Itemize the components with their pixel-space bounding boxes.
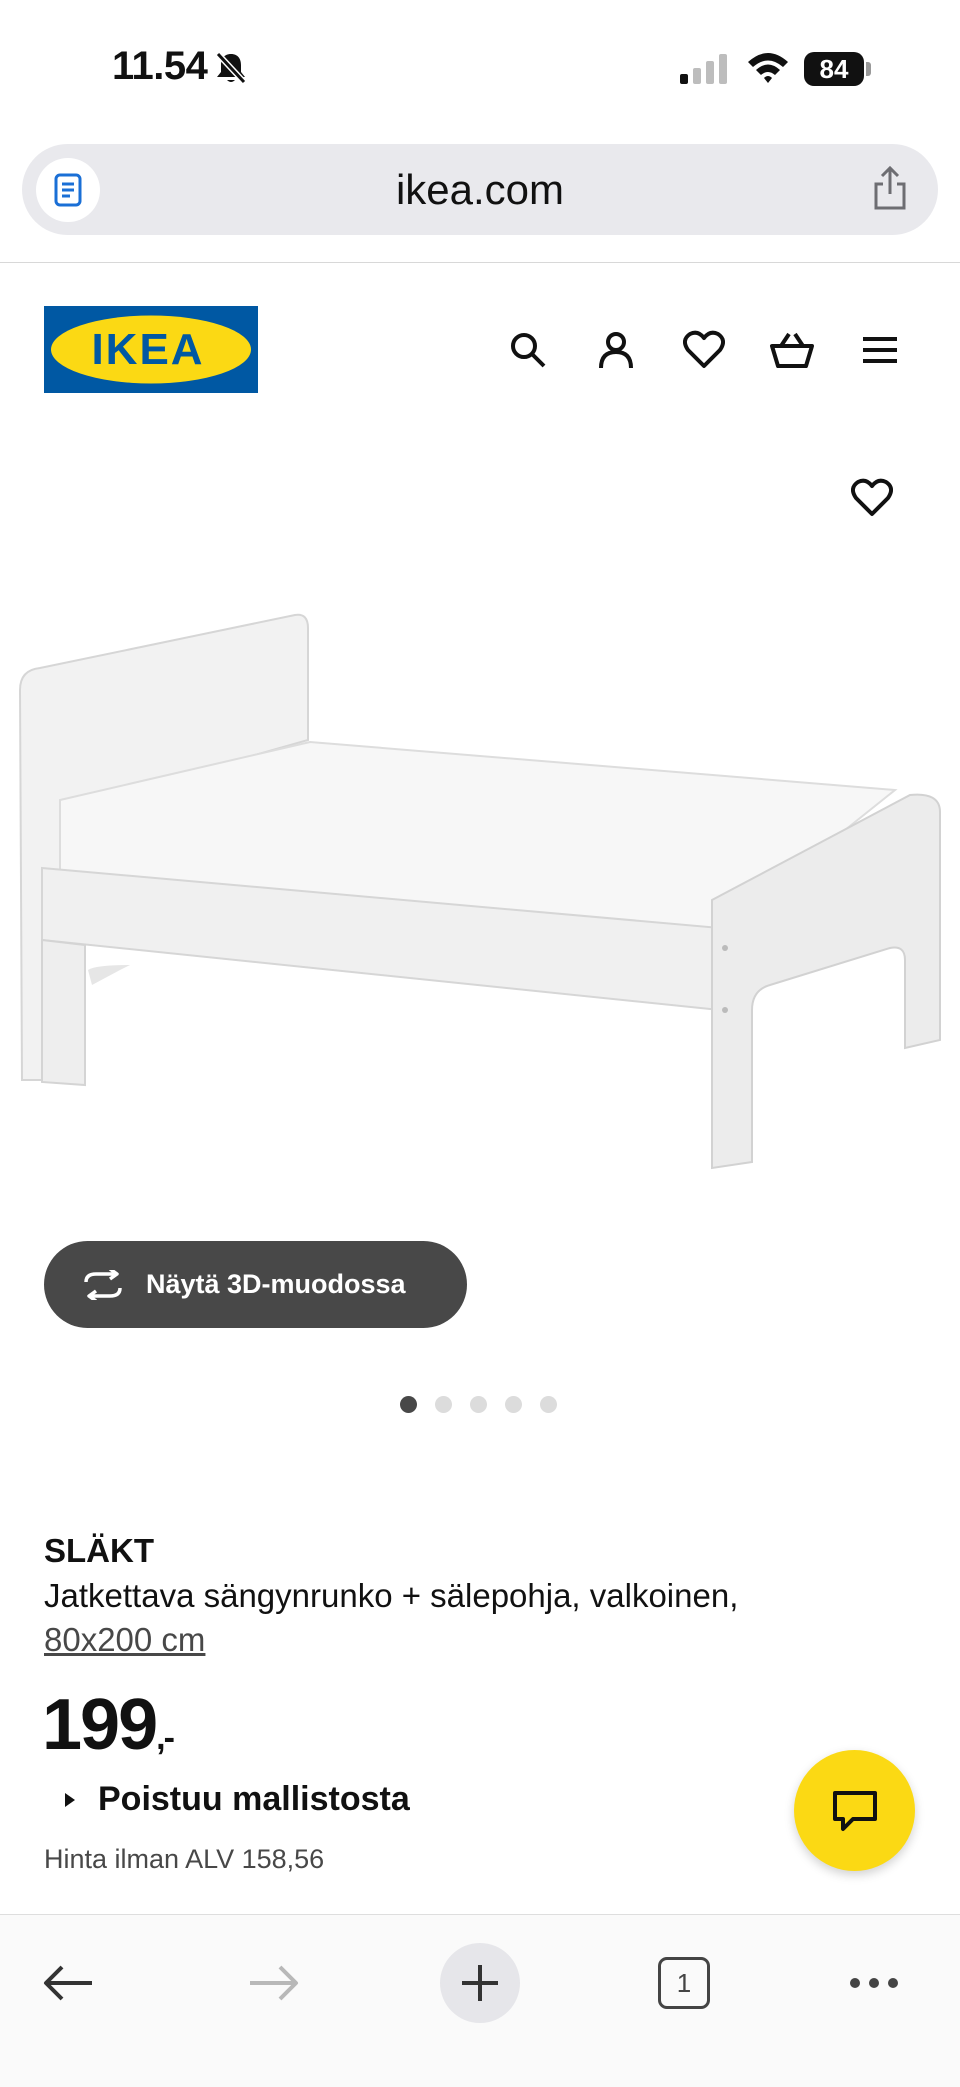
price-without-vat: Hinta ilman ALV 158,56 [44,1844,325,1874]
tab-count-badge: 1 [658,1957,710,2009]
view-3d-label: Näytä 3D-muodossa [146,1269,406,1299]
browser-toolbar: 1 [0,1914,960,2087]
rotate-3d-icon [84,1269,122,1300]
forward-button[interactable] [234,1943,314,2023]
product-name: SLÄKT [44,1532,154,1569]
back-button[interactable] [28,1943,108,2023]
share-button[interactable] [870,164,910,217]
carousel-dot-1[interactable] [400,1396,417,1413]
chat-button[interactable] [794,1750,915,1871]
carousel-dot-3[interactable] [470,1396,487,1413]
tab-count: 1 [676,1967,692,1998]
image-carousel-dots [400,1396,557,1413]
address-bar[interactable]: ikea.com [22,144,938,235]
wishlist-heart-icon[interactable] [674,320,734,380]
availability-label: Poistuu mallistosta [98,1780,410,1818]
plus-icon [462,1965,498,2001]
account-icon[interactable] [586,320,646,380]
battery-indicator: 84 [804,52,864,86]
more-dots-icon [850,1978,898,1988]
product-image[interactable] [0,590,960,1200]
tabs-button[interactable]: 1 [644,1943,724,2023]
header-icons [498,320,910,380]
battery-level: 84 [819,53,849,84]
price-value: 199 [42,1685,158,1765]
wifi-icon [746,50,790,89]
carousel-dot-4[interactable] [505,1396,522,1413]
favorite-button[interactable] [844,470,900,526]
product-size-link[interactable]: 80x200 cm [44,1621,205,1658]
bell-muted-icon [214,50,248,91]
arrow-right-icon [250,1965,298,2001]
product-price: 199,- [42,1684,175,1766]
price-suffix: ,- [156,1719,175,1757]
arrow-left-icon [44,1965,92,2001]
carousel-dot-2[interactable] [435,1396,452,1413]
battery-cap [866,62,871,76]
ikea-logo[interactable]: IKEA [44,306,258,393]
carousel-dot-5[interactable] [540,1396,557,1413]
view-3d-button[interactable]: Näytä 3D-muodossa [44,1241,467,1328]
chat-icon [832,1790,877,1831]
heart-icon [851,478,893,516]
share-icon [874,165,906,210]
product-description-text: Jatkettava sängynrunko + sälepohja, valk… [44,1577,739,1614]
product-description: Jatkettava sängynrunko + sälepohja, valk… [44,1574,844,1662]
basket-icon[interactable] [762,320,822,380]
more-button[interactable] [834,1943,914,2023]
url-text[interactable]: ikea.com [22,166,938,214]
status-time: 11.54 [112,44,208,88]
status-bar: 11.54 84 [0,0,960,135]
cellular-signal-icon [680,54,730,89]
new-tab-button[interactable] [440,1943,520,2023]
availability-toggle[interactable]: Poistuu mallistosta [64,1780,410,1819]
caret-right-icon [65,1792,75,1807]
search-icon[interactable] [498,320,558,380]
browser-divider [0,262,960,263]
logo-text: IKEA [91,325,204,374]
menu-icon[interactable] [850,320,910,380]
